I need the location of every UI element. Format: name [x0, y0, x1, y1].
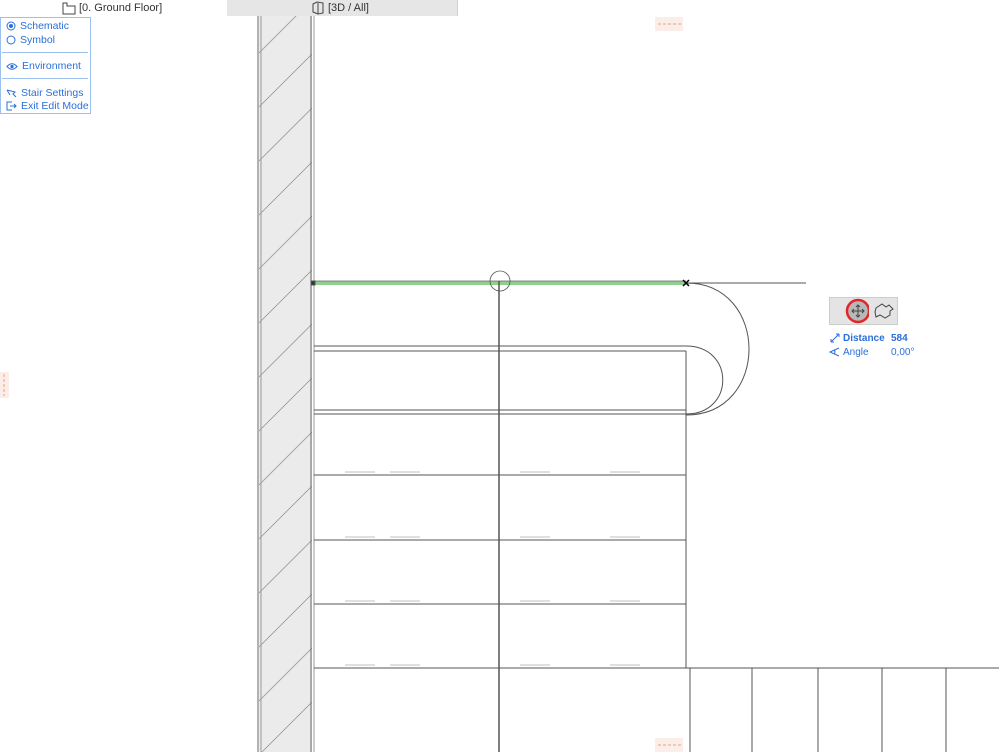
edit-mode-palette: Schematic Symbol Environment Stair Setti… [0, 17, 91, 114]
tab-label: [3D / All] [328, 2, 369, 14]
stair-settings-label: Stair Settings [21, 87, 84, 99]
tab-ground-floor[interactable]: [0. Ground Floor] [0, 0, 227, 16]
exit-edit-mode-button[interactable]: Exit Edit Mode [6, 100, 89, 112]
floor-plan-icon [62, 2, 76, 14]
option-label: Schematic [20, 20, 70, 32]
distance-value[interactable]: 584 [891, 333, 908, 344]
radio-icon [6, 35, 16, 45]
divider [2, 52, 88, 53]
option-schematic[interactable]: Schematic [6, 20, 69, 32]
tab-label: [0. Ground Floor] [79, 2, 163, 14]
tracker: Distance 584 Angle 0,00° [829, 331, 914, 359]
divider [2, 78, 88, 79]
environment-label: Environment [22, 60, 81, 72]
angle-icon [829, 347, 840, 357]
stair-settings-icon [6, 89, 17, 98]
distance-icon [830, 333, 840, 343]
eye-icon [6, 62, 18, 70]
angle-row: Angle 0,00° [829, 345, 914, 359]
angle-value[interactable]: 0,00° [891, 347, 914, 358]
scroll-markers [0, 17, 683, 752]
drawing-canvas[interactable] [0, 0, 999, 752]
distance-row: Distance 584 [829, 331, 914, 345]
option-symbol[interactable]: Symbol [6, 34, 55, 46]
option-label: Symbol [20, 34, 56, 46]
exit-edit-mode-label: Exit Edit Mode [21, 100, 89, 112]
angle-label: Angle [843, 346, 869, 358]
move-icon [845, 298, 869, 324]
stair-edit-button[interactable] [872, 299, 896, 323]
distance-label: Distance [843, 332, 885, 344]
tab-3d-all[interactable]: [3D / All] [311, 0, 999, 16]
stair-edit-icon [874, 303, 894, 319]
stair-settings-button[interactable]: Stair Settings [6, 87, 83, 99]
exit-icon [6, 101, 17, 111]
wall[interactable] [257, 16, 315, 752]
3d-box-icon [312, 1, 324, 15]
radio-selected-icon [6, 21, 16, 31]
pet-palette [829, 297, 898, 325]
environment-button[interactable]: Environment [6, 60, 81, 72]
move-button[interactable] [845, 298, 869, 324]
